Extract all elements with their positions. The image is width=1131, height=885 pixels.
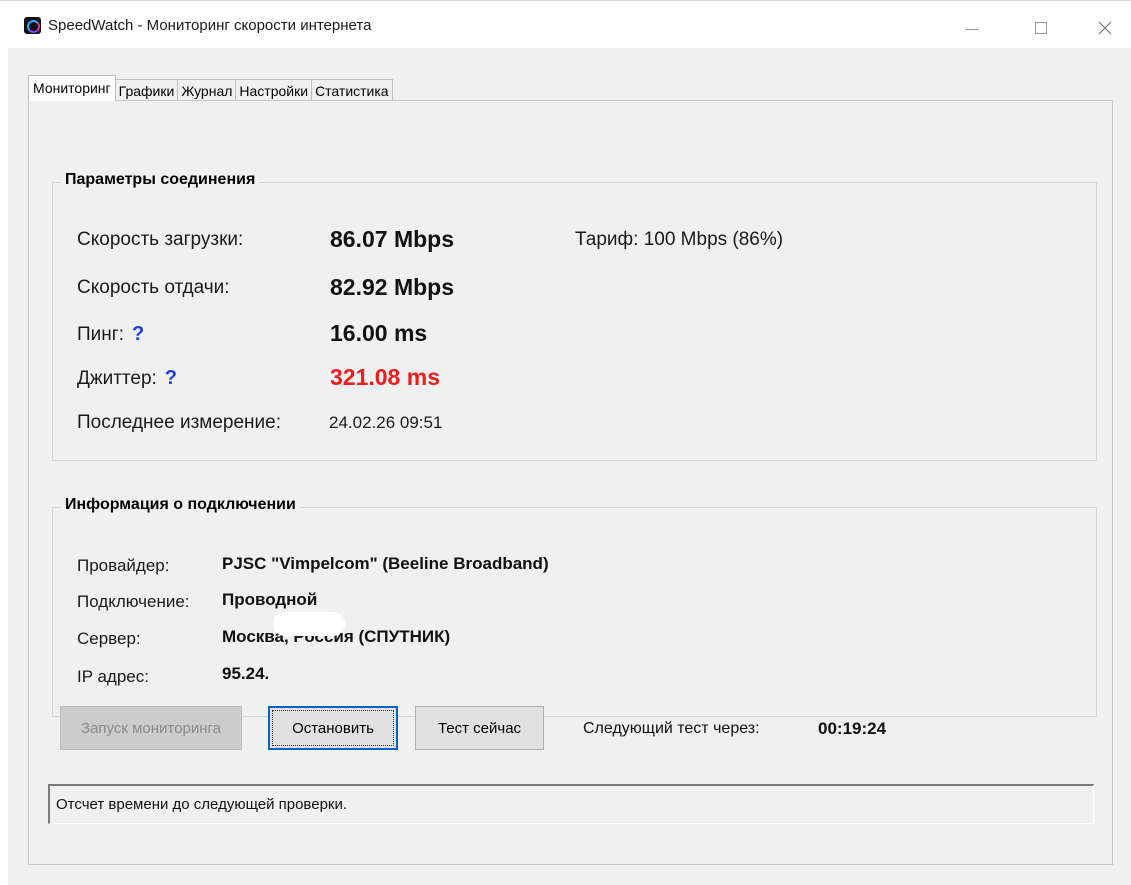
start-monitoring-button[interactable]: Запуск мониторинга [60, 706, 242, 750]
last-measure-value: 24.02.26 09:51 [329, 413, 443, 432]
server-label: Сервер: [77, 629, 141, 648]
jitter-value: 321.08 ms [330, 364, 440, 390]
connection-info-group: Информация о подключении [52, 496, 1097, 717]
ping-value: 16.00 ms [330, 320, 428, 346]
title-bar[interactable]: SpeedWatch - Мониторинг скорости интерне… [0, 8, 1131, 48]
status-text: Отсчет времени до следующей проверки. [56, 796, 348, 813]
provider-value: PJSC "Vimpelcom" (Beeline Broadband) [222, 554, 549, 573]
window-title: SpeedWatch - Мониторинг скорости интерне… [48, 17, 372, 34]
test-now-button[interactable]: Тест сейчас [415, 706, 544, 750]
next-test-label: Следующий тест через: [583, 720, 760, 737]
tab-strip: Мониторинг Графики Журнал Настройки Стат… [28, 75, 393, 101]
connection-info-title: Информация о подключении [61, 496, 300, 514]
stop-button[interactable]: Остановить [268, 706, 398, 750]
tab-charts[interactable]: Графики [114, 79, 179, 101]
minimize-button[interactable] [950, 12, 996, 42]
connection-type-label: Подключение: [77, 592, 190, 611]
ping-help-icon[interactable]: ? [132, 323, 144, 346]
window-top-edge [0, 0, 1131, 1]
download-label: Скорость загрузки: [77, 229, 244, 250]
tab-log[interactable]: Журнал [177, 79, 237, 101]
ping-label-row: Пинг:? [77, 323, 144, 346]
connection-type-value: Проводной [222, 590, 318, 609]
upload-label: Скорость отдачи: [77, 277, 230, 298]
tab-monitoring[interactable]: Мониторинг [28, 75, 116, 101]
stop-button-label: Остановить [272, 710, 394, 746]
ip-label: IP адрес: [77, 667, 149, 686]
ip-value: 95.24. [222, 664, 270, 683]
maximize-icon [1035, 22, 1047, 34]
tariff-text: Тариф: 100 Mbps (86%) [575, 229, 784, 250]
close-icon [1098, 21, 1112, 35]
speedwatch-app-icon [24, 17, 41, 34]
tab-statistics[interactable]: Статистика [311, 79, 393, 101]
status-bar: Отсчет времени до следующей проверки. [48, 784, 1094, 824]
jitter-help-icon[interactable]: ? [165, 367, 177, 390]
jitter-label: Джиттер: [77, 368, 157, 389]
maximize-button[interactable] [1018, 12, 1064, 42]
app-window: SpeedWatch - Мониторинг скорости интерне… [0, 0, 1131, 885]
connection-params-title: Параметры соединения [61, 171, 260, 189]
next-test-countdown: 00:19:24 [818, 719, 887, 738]
minimize-icon [966, 29, 978, 30]
ping-label: Пинг: [77, 324, 124, 345]
upload-value: 82.92 Mbps [330, 274, 454, 300]
download-value: 86.07 Mbps [330, 226, 454, 252]
tab-settings[interactable]: Настройки [235, 79, 313, 101]
jitter-label-row: Джиттер:? [77, 367, 177, 390]
last-measure-label: Последнее измерение: [77, 412, 281, 433]
close-button[interactable] [1082, 12, 1128, 42]
ip-redaction [273, 612, 345, 636]
monitoring-panel: Параметры соединения Скорость загрузки: … [28, 100, 1113, 865]
client-area: Мониторинг Графики Журнал Настройки Стат… [8, 48, 1131, 885]
provider-label: Провайдер: [77, 556, 170, 575]
